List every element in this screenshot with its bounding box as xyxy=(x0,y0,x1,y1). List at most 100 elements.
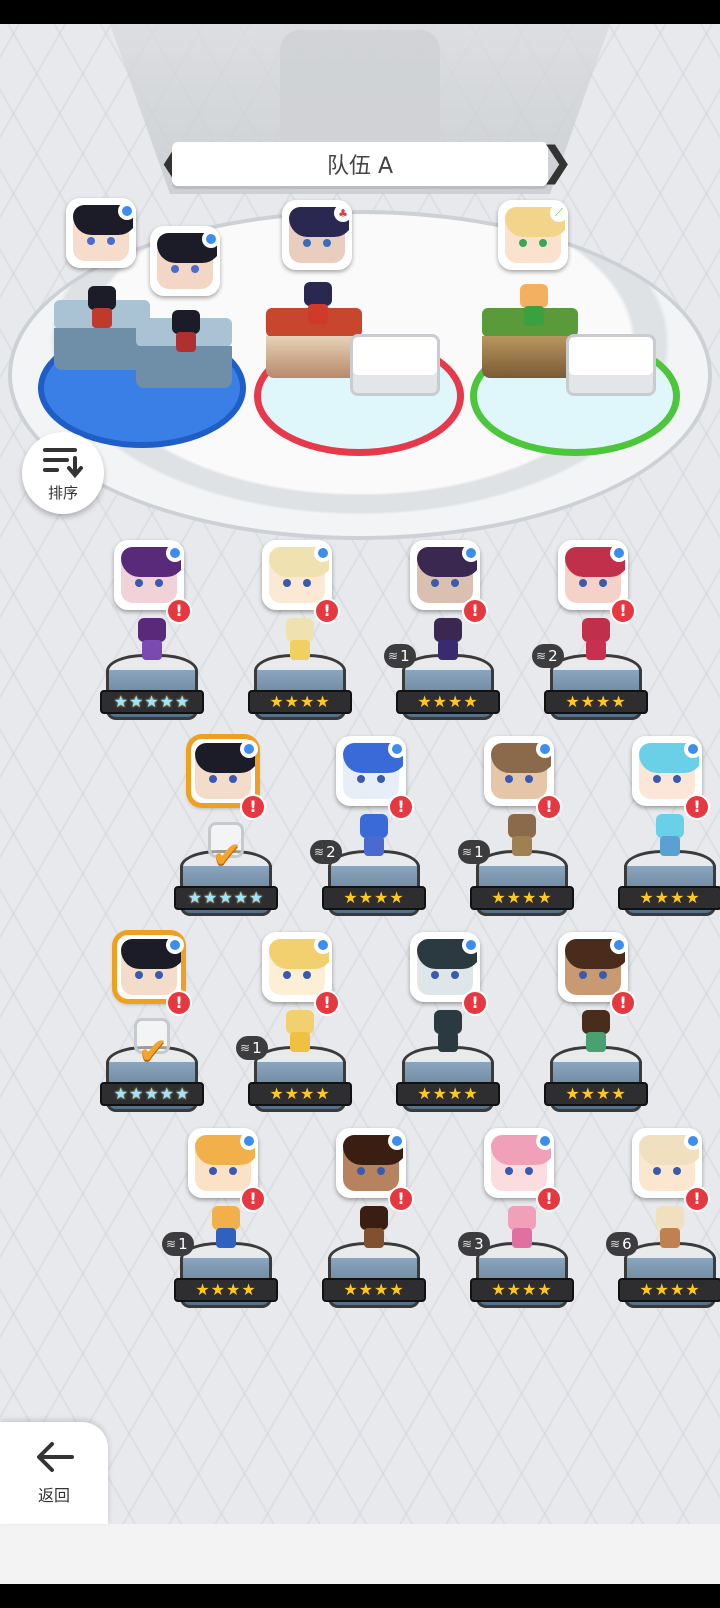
level-number: 1 xyxy=(474,843,484,861)
team-sprite-1 xyxy=(80,286,124,332)
alert-badge: ! xyxy=(166,990,192,1016)
slot-3-empty-cube[interactable] xyxy=(566,334,656,396)
hero-pedestal: ★★★★ xyxy=(322,1242,426,1328)
hero-sprite xyxy=(204,1206,248,1252)
element-blue-icon xyxy=(314,544,332,562)
element-blue-icon xyxy=(684,1132,702,1150)
layers-icon: ≋ xyxy=(314,845,325,859)
hero-pedestal: ★★★★ xyxy=(248,654,352,740)
system-nav-bar xyxy=(0,1584,720,1608)
star-rating: ★★★★★ xyxy=(174,886,278,910)
element-blue-icon xyxy=(166,936,184,954)
level-number: 2 xyxy=(326,843,336,861)
element-blue-icon xyxy=(118,202,136,220)
level-badge: ≋ 2 xyxy=(310,840,342,864)
alert-badge: ! xyxy=(314,990,340,1016)
level-number: 1 xyxy=(252,1039,262,1057)
hero-pedestal: ★★★★ xyxy=(618,1242,720,1328)
level-number: 3 xyxy=(474,1235,484,1253)
star-rating: ★★★★ xyxy=(544,1082,648,1106)
hero-sprite xyxy=(500,1206,544,1252)
hero-sprite xyxy=(278,1010,322,1056)
element-blue-icon xyxy=(462,936,480,954)
alert-badge: ! xyxy=(240,1186,266,1212)
hero-sprite xyxy=(130,618,174,664)
hero-sprite xyxy=(574,1010,618,1056)
element-fire-icon: ♣ xyxy=(334,204,352,222)
level-badge: ≋ 1 xyxy=(384,644,416,668)
star-rating: ★★★★ xyxy=(618,1278,720,1302)
hero-sprite xyxy=(648,1206,692,1252)
element-leaf-icon: ⟋ xyxy=(550,204,568,222)
back-label: 返回 xyxy=(37,1486,70,1505)
checkmark-icon: ✔ xyxy=(137,1031,169,1072)
hero-pedestal: ★★★★ xyxy=(470,1242,574,1328)
element-blue-icon xyxy=(610,544,628,562)
star-rating: ★★★★ xyxy=(248,1082,352,1106)
star-rating: ★★★★ xyxy=(470,886,574,910)
hero-sprite xyxy=(426,1010,470,1056)
alert-badge: ! xyxy=(314,598,340,624)
element-blue-icon xyxy=(462,544,480,562)
element-blue-icon xyxy=(388,740,406,758)
hero-pedestal: ★★★★ xyxy=(470,850,574,936)
element-blue-icon xyxy=(536,1132,554,1150)
layers-icon: ≋ xyxy=(462,845,473,859)
element-blue-icon xyxy=(240,1132,258,1150)
hero-pedestal: ★★★★ xyxy=(248,1046,352,1132)
alert-badge: ! xyxy=(684,1186,710,1212)
hero-sprite xyxy=(648,814,692,860)
layers-icon: ≋ xyxy=(462,1237,473,1251)
layers-icon: ≋ xyxy=(610,1237,621,1251)
star-rating: ★★★★ xyxy=(396,690,500,714)
hero-sprite xyxy=(278,618,322,664)
alert-badge: ! xyxy=(610,598,636,624)
element-blue-icon xyxy=(388,1132,406,1150)
star-rating: ★★★★ xyxy=(322,886,426,910)
team-sprite-4 xyxy=(512,284,556,330)
level-badge: ≋ 2 xyxy=(532,644,564,668)
element-blue-icon xyxy=(536,740,554,758)
level-number: 6 xyxy=(622,1235,632,1253)
hero-pedestal: ★★★★ xyxy=(396,654,500,740)
hero-pedestal: ★★★★ xyxy=(544,1046,648,1132)
bottom-strip xyxy=(0,1524,720,1584)
team-sprite-3 xyxy=(296,282,340,328)
team-title-banner: 队伍 A xyxy=(172,142,548,186)
alert-badge: ! xyxy=(166,598,192,624)
hero-pedestal: ★★★★ xyxy=(396,1046,500,1132)
star-rating: ★★★★ xyxy=(248,690,352,714)
back-button[interactable]: 返回 xyxy=(0,1422,108,1524)
alert-badge: ! xyxy=(240,794,266,820)
hero-sprite xyxy=(352,814,396,860)
slot-2-empty-cube[interactable] xyxy=(350,334,440,396)
alert-badge: ! xyxy=(388,1186,414,1212)
sort-button[interactable]: 排序 xyxy=(22,432,104,514)
star-rating: ★★★★ xyxy=(322,1278,426,1302)
hero-sprite xyxy=(500,814,544,860)
hero-pedestal: ★★★★ xyxy=(544,654,648,740)
element-blue-icon xyxy=(314,936,332,954)
checkmark-icon: ✔ xyxy=(211,835,243,876)
sort-label: 排序 xyxy=(47,483,78,502)
element-blue-icon xyxy=(240,740,258,758)
layers-icon: ≋ xyxy=(388,649,399,663)
alert-badge: ! xyxy=(388,794,414,820)
level-badge: ≋ 1 xyxy=(458,840,490,864)
hero-pedestal: ★★★★★ xyxy=(100,654,204,740)
next-team-icon[interactable]: ❯ xyxy=(540,140,574,188)
element-blue-icon xyxy=(202,230,220,248)
level-number: 2 xyxy=(548,647,558,665)
element-blue-icon xyxy=(684,740,702,758)
hero-sprite xyxy=(352,1206,396,1252)
star-rating: ★★★★★ xyxy=(100,1082,204,1106)
hero-pedestal: ★★★★ xyxy=(174,1242,278,1328)
element-blue-icon xyxy=(166,544,184,562)
level-badge: ≋ 3 xyxy=(458,1232,490,1256)
alert-badge: ! xyxy=(536,1186,562,1212)
back-arrow-icon xyxy=(37,1442,74,1472)
team-title: 队伍 A xyxy=(326,154,394,179)
layers-icon: ≋ xyxy=(240,1041,251,1055)
team-sprite-2 xyxy=(164,310,208,356)
layers-icon: ≋ xyxy=(166,1237,177,1251)
